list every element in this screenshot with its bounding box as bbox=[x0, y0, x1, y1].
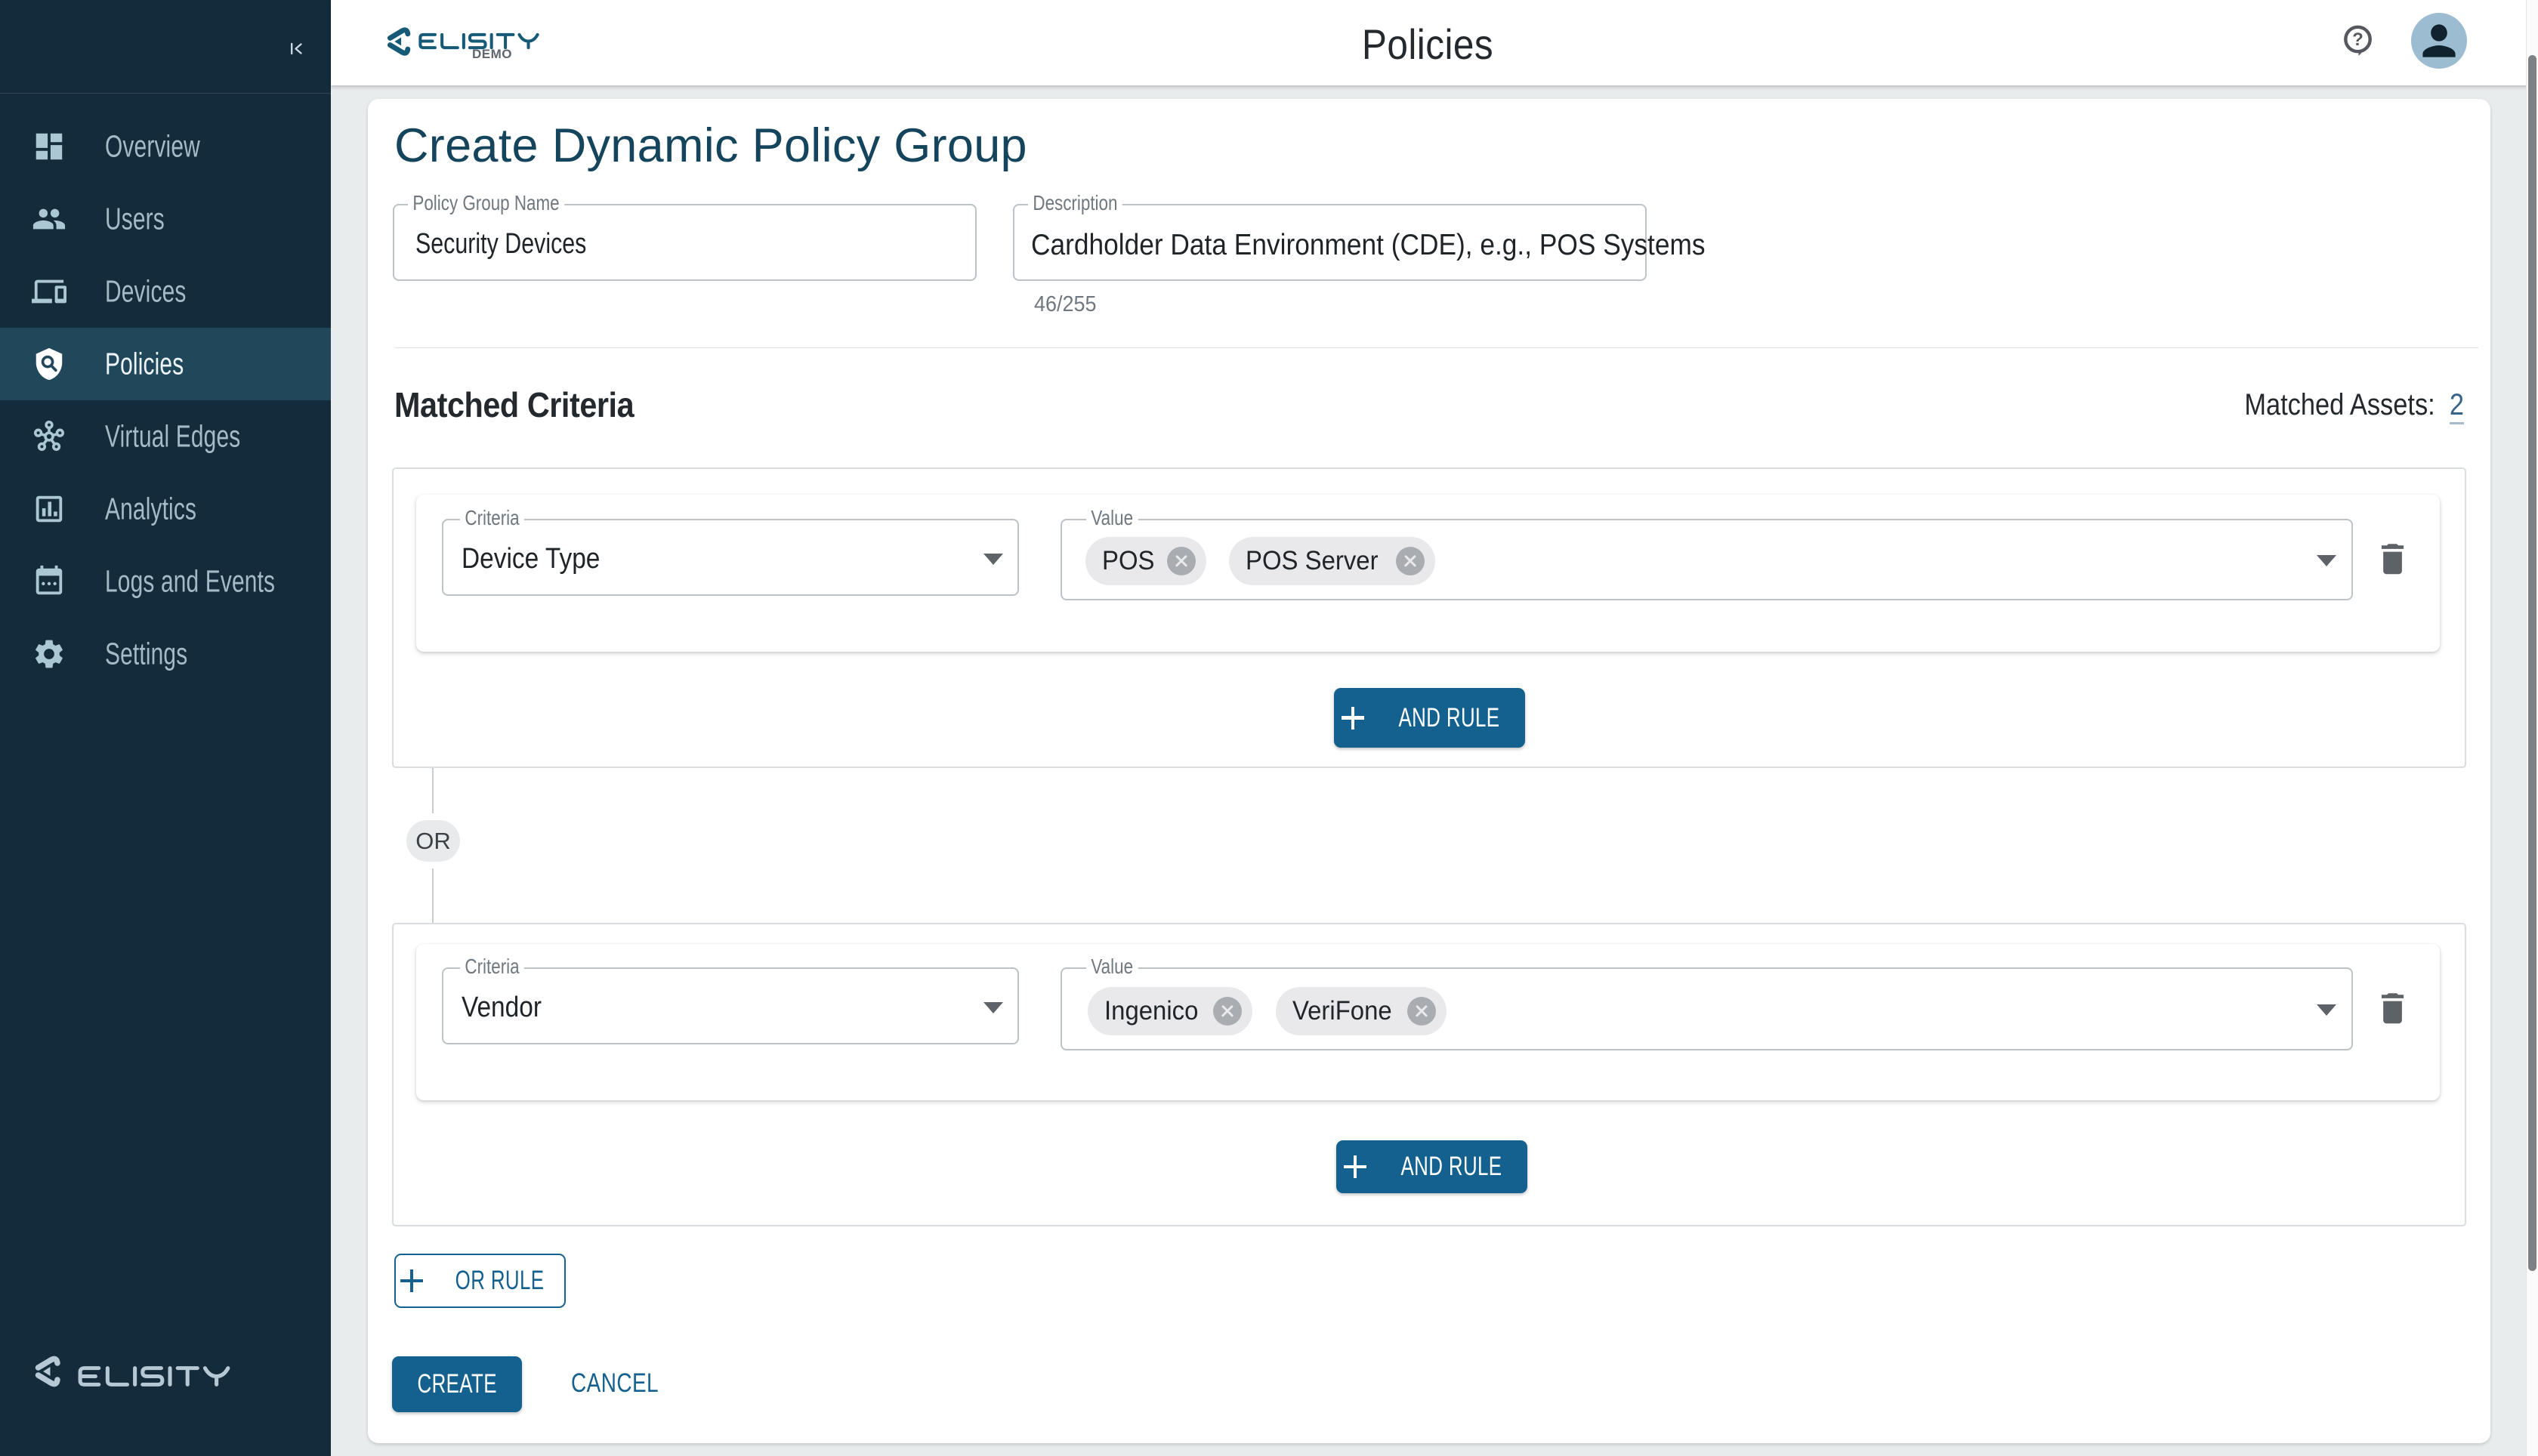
svg-text:?: ? bbox=[2352, 29, 2364, 50]
